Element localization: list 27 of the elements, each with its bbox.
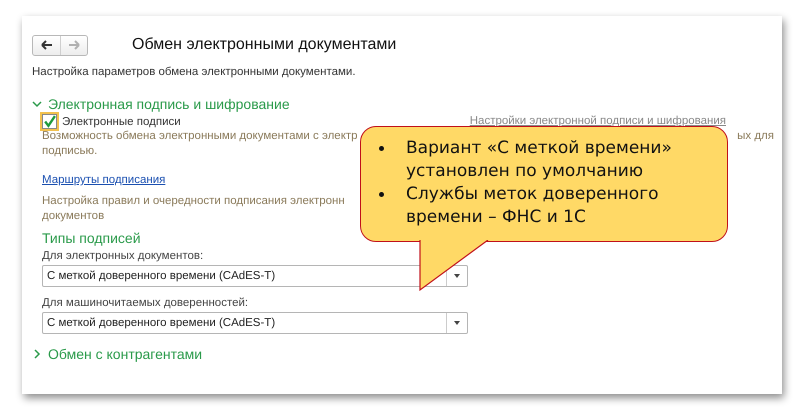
field-label: Для электронных документов: bbox=[42, 250, 204, 262]
checkbox-label: Электронные подписи bbox=[62, 116, 181, 128]
chevron-down-icon bbox=[32, 99, 42, 109]
form-description: Настройка параметров обмена электронными документами. bbox=[32, 66, 357, 78]
hint-text: Возможность обмена электронными документами с электр bbox=[42, 129, 358, 144]
left-arrow-icon bbox=[40, 40, 52, 50]
settings-link[interactable]: Настройки электронной подписи и шифрования bbox=[470, 114, 726, 126]
checkbox[interactable] bbox=[42, 114, 57, 129]
section-header[interactable]: Обмен с контрагентами bbox=[32, 346, 782, 362]
chevron-right-icon bbox=[32, 349, 42, 359]
callout-text: Вариант «С меткой времени» установлен по умолчанию bbox=[406, 137, 673, 183]
hint-text: Настройка правил и очередности подписания электронн bbox=[42, 194, 345, 209]
hint-text: ых для bbox=[737, 129, 774, 144]
caret-icon bbox=[454, 274, 460, 278]
section-header[interactable]: Электронная подпись и шифрование bbox=[32, 96, 782, 112]
bullet-icon bbox=[379, 146, 384, 151]
callout-text: Службы меток доверенного времени – ФНС и 1С bbox=[406, 183, 660, 229]
bullet-icon bbox=[379, 192, 384, 197]
routes-link[interactable]: Маршруты подписания bbox=[42, 174, 166, 186]
right-arrow-icon bbox=[68, 40, 80, 50]
dropdown-field[interactable]: С меткой доверенного времени (CAdES-T) bbox=[42, 312, 468, 334]
hint-text: документов bbox=[42, 209, 104, 224]
subsection-title: Типы подписей bbox=[42, 230, 142, 246]
window-title: Обмен электронными документами bbox=[132, 36, 396, 54]
caret-icon bbox=[454, 321, 460, 325]
hint-text: подписью. bbox=[42, 144, 98, 159]
field-label: Для машиночитаемых доверенностей: bbox=[42, 297, 250, 309]
